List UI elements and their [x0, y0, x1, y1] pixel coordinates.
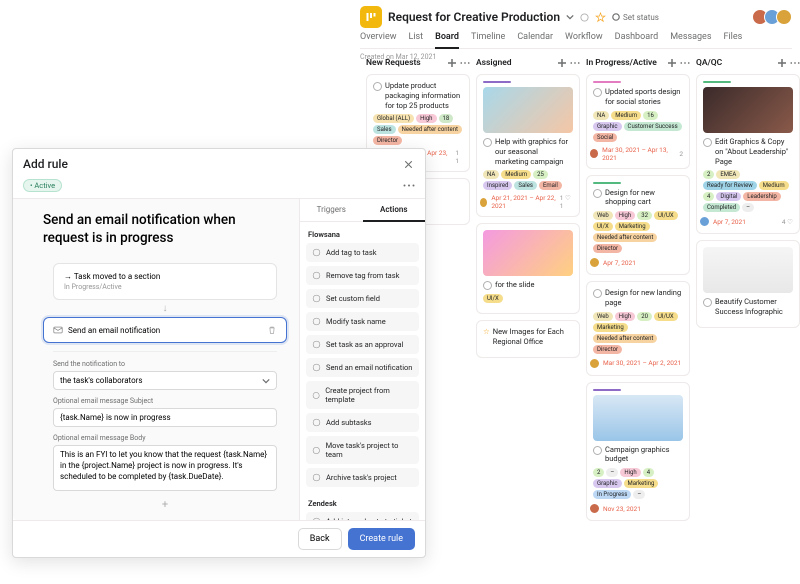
tab-timeline[interactable]: Timeline — [471, 32, 505, 45]
kanban-board: New RequestsUpdate product packaging inf… — [360, 58, 800, 584]
to-select[interactable]: the task's collaborators — [53, 371, 277, 390]
more-icon[interactable] — [403, 184, 415, 187]
tab-calendar[interactable]: Calendar — [517, 32, 553, 45]
column-header: In Progress/Active — [586, 58, 690, 68]
member-avatars[interactable] — [756, 9, 792, 25]
chevron-down-icon[interactable] — [566, 13, 574, 21]
action-option[interactable]: Set task as an approval — [306, 335, 419, 354]
action-option[interactable]: Move task's project to team — [306, 436, 419, 464]
action-group-flowsana: Flowsana — [300, 222, 425, 243]
tab-overview[interactable]: Overview — [360, 32, 396, 45]
action-option[interactable]: Add tag to task — [306, 243, 419, 262]
task-card[interactable]: Help with graphics for our seasonal mark… — [476, 74, 580, 217]
task-card[interactable]: Updated sports design for social stories… — [586, 74, 690, 169]
action-icon — [312, 363, 321, 372]
action-icon — [312, 294, 321, 303]
column-header: New Requests — [366, 58, 470, 68]
action-icon — [312, 418, 321, 427]
complete-icon[interactable] — [703, 298, 712, 307]
more-icon[interactable] — [790, 58, 800, 68]
add-rule-modal: Add rule • Active Send an email notifica… — [12, 148, 426, 558]
plus-icon[interactable] — [777, 58, 787, 68]
task-card[interactable]: Campaign graphics budget2–High4GraphicMa… — [586, 382, 690, 522]
body-label: Optional email message Body — [53, 434, 277, 442]
plus-icon[interactable] — [447, 58, 457, 68]
complete-icon[interactable] — [593, 446, 602, 455]
action-group-zendesk: Zendesk — [300, 491, 425, 512]
body-textarea[interactable]: This is an FYI to let you know that the … — [53, 445, 277, 491]
trigger-card[interactable]: → Task moved to a section In Progress/Ac… — [53, 263, 277, 300]
more-icon[interactable] — [680, 58, 690, 68]
complete-icon[interactable] — [483, 281, 492, 290]
tab-board[interactable]: Board — [435, 32, 459, 49]
column-header: Assigned — [476, 58, 580, 68]
plus-icon[interactable] — [667, 58, 677, 68]
project-tabs: Overview List Board Timeline Calendar Workflo… — [360, 32, 792, 49]
complete-icon[interactable] — [703, 138, 712, 147]
action-icon — [312, 248, 321, 257]
project-header: Request for Creative Production Set stat… — [0, 0, 800, 49]
plus-icon[interactable] — [557, 58, 567, 68]
tab-dashboard[interactable]: Dashboard — [615, 32, 659, 45]
project-icon — [360, 6, 382, 28]
action-option[interactable]: Remove tag from task — [306, 266, 419, 285]
close-icon[interactable] — [402, 158, 415, 171]
project-title[interactable]: Request for Creative Production — [388, 10, 560, 24]
action-icon — [312, 340, 321, 349]
create-rule-button[interactable]: Create rule — [348, 528, 415, 550]
task-card[interactable]: ☆New Images for Each Regional Office — [476, 320, 580, 358]
star-icon[interactable] — [595, 12, 606, 23]
tab-actions[interactable]: Actions — [363, 199, 426, 222]
rule-status-pill[interactable]: • Active — [23, 179, 62, 192]
action-icon — [312, 391, 320, 400]
task-card[interactable]: Edit Graphics & Copy on "About Leadershi… — [696, 74, 800, 234]
task-card[interactable]: Beautify Customer Success Infographic — [696, 240, 800, 328]
add-action-button[interactable]: + — [43, 498, 287, 511]
tab-messages[interactable]: Messages — [670, 32, 711, 45]
rule-heading: Send an email notification when request … — [43, 211, 253, 247]
subject-input[interactable]: {task.Name} is now in progress — [53, 408, 277, 427]
tab-files[interactable]: Files — [723, 32, 742, 45]
action-option[interactable]: Archive task's project — [306, 468, 419, 487]
complete-icon[interactable] — [593, 88, 602, 97]
action-icon — [312, 446, 321, 455]
task-card[interactable]: Design for new shopping cartWebHigh32UI/… — [586, 175, 690, 276]
subject-label: Optional email message Subject — [53, 397, 277, 405]
complete-icon[interactable] — [593, 189, 602, 198]
more-icon[interactable] — [570, 58, 580, 68]
action-option[interactable]: Send an email notification — [306, 358, 419, 377]
action-form: Send the notification to the task's coll… — [53, 351, 277, 491]
action-option[interactable]: Create project from template — [306, 381, 419, 409]
info-icon[interactable] — [580, 13, 589, 22]
action-icon — [312, 271, 321, 280]
tab-workflow[interactable]: Workflow — [565, 32, 603, 45]
complete-icon[interactable] — [483, 138, 492, 147]
action-card[interactable]: Send an email notification — [43, 317, 287, 343]
modal-title: Add rule — [23, 157, 68, 171]
action-icon — [312, 473, 321, 482]
trash-icon[interactable] — [267, 325, 277, 335]
complete-icon[interactable] — [593, 289, 602, 298]
tab-triggers[interactable]: Triggers — [300, 199, 363, 221]
mail-icon — [53, 325, 63, 335]
task-card[interactable]: Design for new landing pageWebHigh20UI/U… — [586, 281, 690, 376]
action-option[interactable]: Add subtasks — [306, 413, 419, 432]
action-option[interactable]: Add internal note to ticket — [306, 512, 419, 520]
column-header: QA/QC — [696, 58, 800, 68]
complete-icon[interactable] — [373, 82, 382, 91]
set-status-link[interactable]: Set status — [612, 13, 659, 22]
back-button[interactable]: Back — [298, 528, 342, 550]
action-option[interactable]: Set custom field — [306, 289, 419, 308]
task-card[interactable]: for the slideUI/X — [476, 223, 580, 314]
action-option[interactable]: Modify task name — [306, 312, 419, 331]
action-icon — [312, 317, 321, 326]
tab-list[interactable]: List — [408, 32, 423, 45]
more-icon[interactable] — [460, 58, 470, 68]
flow-arrow-icon: ↓ — [43, 303, 287, 314]
to-label: Send the notification to — [53, 360, 277, 368]
